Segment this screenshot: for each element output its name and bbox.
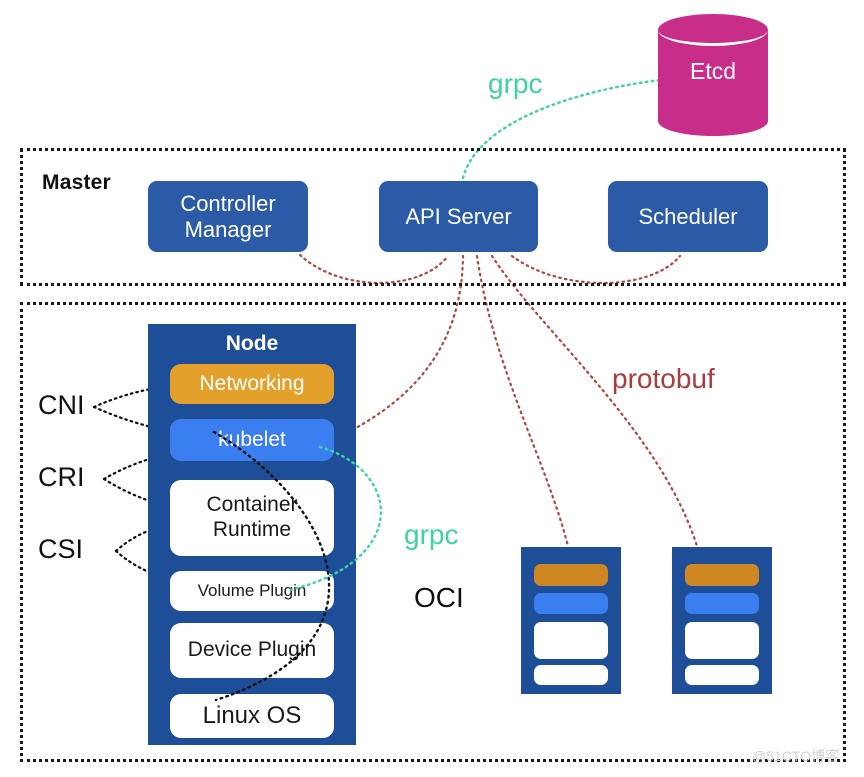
controller-manager-label: Controller Manager bbox=[180, 191, 275, 243]
node-panel: Node Networking kubelet Container Runtim… bbox=[148, 324, 356, 745]
linux-os-label: Linux OS bbox=[202, 701, 302, 729]
node-item-linux-os[interactable]: Linux OS bbox=[170, 694, 334, 738]
master-title: Master bbox=[42, 171, 111, 194]
watermark: @51CTO博客 bbox=[752, 748, 840, 764]
worker-node-1-os-bar bbox=[534, 665, 608, 685]
worker-node-1-kubelet-bar bbox=[534, 593, 608, 614]
controller-manager-box[interactable]: Controller Manager bbox=[148, 181, 308, 252]
oci-label: OCI bbox=[414, 582, 464, 613]
node-item-networking[interactable]: Networking bbox=[170, 364, 334, 404]
device-plugin-label: Device Plugin bbox=[187, 638, 317, 662]
node-item-device-plugin[interactable]: Device Plugin bbox=[170, 623, 334, 678]
scheduler-label: Scheduler bbox=[638, 203, 738, 229]
worker-node-2-runtime-bar bbox=[685, 622, 759, 659]
etcd-cylinder-top-ellipse bbox=[658, 14, 768, 46]
container-runtime-label-line1: Container bbox=[206, 493, 298, 517]
cni-label: CNI bbox=[38, 390, 85, 420]
worker-node-2-networking-bar bbox=[685, 564, 759, 586]
controller-manager-label-line2: Manager bbox=[184, 216, 272, 242]
protobuf-label: protobuf bbox=[612, 363, 715, 394]
cri-label: CRI bbox=[38, 462, 85, 492]
node-item-container-runtime[interactable]: Container Runtime bbox=[170, 480, 334, 556]
node-item-kubelet[interactable]: kubelet bbox=[170, 419, 334, 461]
etcd-label: Etcd bbox=[689, 58, 737, 84]
networking-label: Networking bbox=[199, 371, 305, 395]
worker-node-2-kubelet-bar bbox=[685, 593, 759, 614]
worker-node-2[interactable] bbox=[672, 547, 772, 694]
volume-plugin-label: Volume Plugin bbox=[197, 581, 307, 601]
api-server-box[interactable]: API Server bbox=[379, 181, 538, 252]
worker-node-1-runtime-bar bbox=[534, 622, 608, 659]
worker-node-1-networking-bar bbox=[534, 564, 608, 586]
api-server-label: API Server bbox=[405, 203, 512, 229]
etcd-cylinder-bottom-ellipse bbox=[658, 106, 768, 136]
kubelet-label: kubelet bbox=[218, 427, 286, 451]
diagram-canvas: Master Controller Manager API Server Sch… bbox=[0, 0, 864, 777]
worker-node-1[interactable] bbox=[521, 547, 621, 694]
etcd-cylinder[interactable]: Etcd bbox=[658, 14, 768, 136]
node-title: Node bbox=[225, 332, 279, 355]
container-runtime-label-line2: Runtime bbox=[212, 518, 292, 541]
scheduler-box[interactable]: Scheduler bbox=[608, 181, 768, 252]
grpc-label-etcd: grpc bbox=[488, 68, 543, 99]
csi-label: CSI bbox=[38, 534, 84, 564]
controller-manager-label-line1: Controller bbox=[180, 190, 276, 216]
grpc-label-node: grpc bbox=[404, 519, 459, 550]
node-item-volume-plugin[interactable]: Volume Plugin bbox=[170, 571, 334, 611]
container-runtime-label: Container Runtime bbox=[206, 493, 297, 542]
worker-node-2-os-bar bbox=[685, 665, 759, 685]
